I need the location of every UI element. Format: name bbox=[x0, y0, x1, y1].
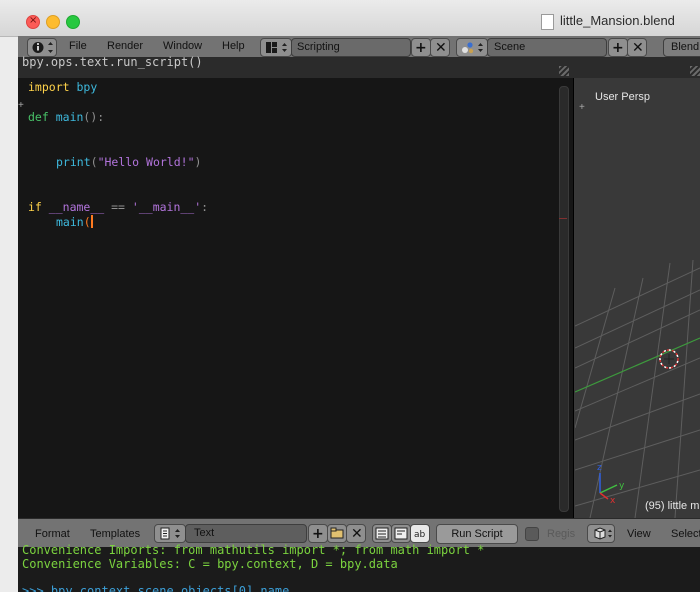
document-icon bbox=[541, 14, 554, 30]
toggle-line-numbers-button[interactable] bbox=[372, 524, 392, 543]
punctuation: ) bbox=[194, 155, 202, 169]
text-document-icon bbox=[160, 527, 180, 540]
text-editor-header-strip: bpy.ops.text.run_script() bbox=[18, 55, 700, 78]
console-line: Convenience Imports: from mathutils impo… bbox=[22, 543, 485, 557]
scene-add-button[interactable]: + bbox=[608, 38, 628, 57]
blender-app: File Render Window Help Scripting + ✕ Sc… bbox=[18, 36, 700, 592]
code-line-1: import bpy bbox=[28, 80, 97, 94]
text-datablock-name: Text bbox=[194, 527, 215, 539]
new-text-button[interactable]: + bbox=[308, 524, 328, 543]
line-numbers-icon bbox=[375, 527, 389, 540]
console-input-line: >>> bpy.context.scene.objects[0].name bbox=[22, 584, 290, 592]
region-plus-icon[interactable]: + bbox=[579, 102, 585, 113]
grid-floor: z y x bbox=[575, 259, 700, 518]
close-icon: × bbox=[29, 15, 38, 26]
run-script-button[interactable]: Run Script bbox=[436, 524, 518, 544]
function-name: main bbox=[55, 110, 84, 124]
operator: == bbox=[111, 200, 125, 214]
toggle-syntax-highlight-button[interactable]: ab bbox=[410, 524, 430, 543]
keyword: if bbox=[28, 200, 42, 214]
open-text-button[interactable] bbox=[327, 524, 347, 543]
register-label: Regis bbox=[547, 528, 576, 540]
render-engine-dropdown[interactable]: Blend bbox=[663, 38, 700, 57]
scene-delete-button[interactable]: ✕ bbox=[627, 38, 647, 57]
builtin-name: print bbox=[56, 155, 91, 169]
scene-selector-button[interactable] bbox=[456, 38, 488, 57]
menu-templates[interactable]: Templates bbox=[90, 528, 140, 540]
folder-icon bbox=[330, 527, 344, 539]
window-minimize-button[interactable] bbox=[46, 15, 60, 29]
render-engine-name: Blend bbox=[671, 41, 700, 53]
text-datablock-button[interactable] bbox=[154, 524, 186, 543]
plus-icon: + bbox=[612, 40, 624, 56]
x-icon: ✕ bbox=[632, 40, 644, 56]
svg-text:ab: ab bbox=[414, 530, 426, 540]
register-checkbox[interactable] bbox=[525, 527, 539, 541]
window-maximize-button[interactable] bbox=[66, 15, 80, 29]
menu-window[interactable]: Window bbox=[163, 40, 202, 52]
window-titlebar: × little_Mansion.blend bbox=[0, 0, 700, 37]
scroll-marker bbox=[559, 218, 567, 219]
punctuation: (): bbox=[83, 110, 105, 124]
string-literal: '__main__' bbox=[131, 200, 202, 214]
layout-selector-button[interactable] bbox=[260, 38, 292, 57]
console-line: Convenience Variables: C = bpy.context, … bbox=[22, 557, 398, 571]
unlink-text-button[interactable]: ✕ bbox=[346, 524, 366, 543]
function-call: main bbox=[56, 215, 84, 229]
text-cursor bbox=[90, 215, 93, 228]
scene-dropdown[interactable]: Scene bbox=[487, 38, 607, 57]
cube-icon bbox=[594, 527, 612, 540]
code-line-10: main( bbox=[56, 215, 93, 229]
svg-text:x: x bbox=[610, 496, 616, 506]
layout-name: Scripting bbox=[297, 41, 340, 53]
viewport-object-info: (95) little m bbox=[645, 500, 700, 512]
punctuation: ( bbox=[90, 155, 98, 169]
viewport-editor-type-button[interactable] bbox=[587, 524, 615, 543]
menu-view[interactable]: View bbox=[627, 528, 651, 540]
code-line-3: def main(): bbox=[28, 110, 104, 124]
text-datablock-dropdown[interactable]: Text bbox=[185, 524, 307, 543]
code-line-9: if __name__ == '__main__': bbox=[28, 200, 208, 214]
menu-select[interactable]: Select bbox=[671, 528, 700, 540]
dunder-name: __name__ bbox=[48, 200, 105, 214]
menu-file[interactable]: File bbox=[69, 40, 87, 52]
layout-icon bbox=[266, 42, 287, 53]
module-name: bpy bbox=[76, 80, 98, 94]
text-scrollbar[interactable] bbox=[559, 86, 569, 512]
code-line-6: print("Hello World!") bbox=[56, 155, 201, 169]
plus-icon: + bbox=[415, 40, 427, 56]
x-icon: ✕ bbox=[351, 526, 363, 542]
menu-help[interactable]: Help bbox=[222, 40, 245, 52]
svg-text:y: y bbox=[619, 481, 625, 491]
syntax-highlight-icon: ab bbox=[414, 530, 426, 540]
string-literal: "Hello World!" bbox=[97, 155, 195, 169]
text-editor[interactable]: import bpy def main(): print("Hello Worl… bbox=[18, 78, 574, 518]
scene-icon bbox=[462, 42, 483, 54]
viewport-label: User Persp bbox=[595, 91, 651, 103]
3d-viewport[interactable]: z y x + User Persp (95) little m bbox=[575, 78, 700, 518]
punctuation: : bbox=[201, 200, 209, 214]
punctuation: ( bbox=[83, 215, 91, 229]
last-operator: bpy.ops.text.run_script() bbox=[22, 55, 203, 69]
info-icon bbox=[32, 42, 53, 53]
window-close-button[interactable]: × bbox=[26, 15, 40, 29]
area-corner-handle[interactable] bbox=[559, 66, 569, 76]
area-corner-handle[interactable] bbox=[690, 66, 700, 76]
toggle-word-wrap-button[interactable] bbox=[391, 524, 411, 543]
region-plus-icon[interactable]: + bbox=[18, 100, 24, 111]
layout-delete-button[interactable]: ✕ bbox=[430, 38, 450, 57]
python-console[interactable]: Convenience Imports: from mathutils impo… bbox=[18, 543, 700, 592]
menu-format[interactable]: Format bbox=[35, 528, 70, 540]
word-wrap-icon bbox=[394, 527, 408, 540]
scene-name: Scene bbox=[494, 41, 526, 53]
keyword: def bbox=[28, 110, 49, 124]
plus-icon: + bbox=[312, 526, 324, 542]
layout-dropdown[interactable]: Scripting bbox=[291, 38, 411, 57]
menu-render[interactable]: Render bbox=[107, 40, 143, 52]
svg-text:z: z bbox=[597, 463, 602, 473]
window-title: little_Mansion.blend bbox=[560, 13, 675, 28]
layout-add-button[interactable]: + bbox=[411, 38, 431, 57]
x-icon: ✕ bbox=[435, 40, 447, 56]
keyword: import bbox=[28, 80, 70, 94]
